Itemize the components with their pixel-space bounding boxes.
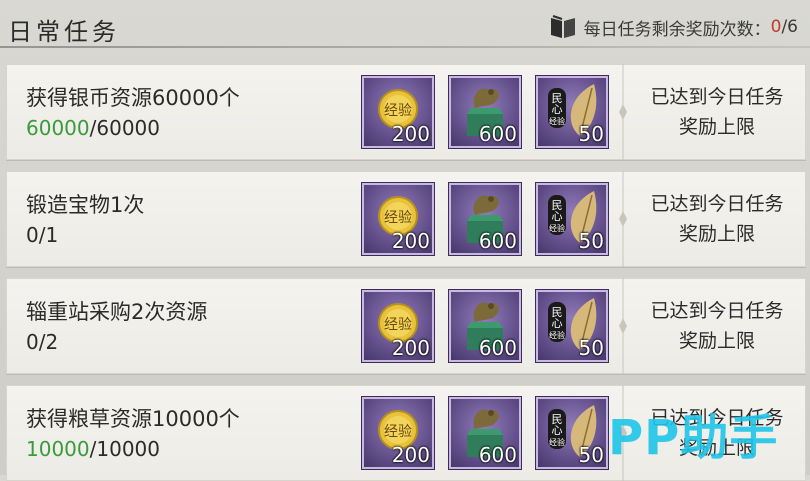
task-status: 已达到今日任务 奖励上限 [628, 189, 806, 249]
progress-rest: /60000 [89, 116, 160, 140]
divider-ornament [619, 171, 627, 267]
reward-amount: 600 [478, 336, 517, 360]
support-label-2: 心 [552, 210, 563, 223]
task-status: 已达到今日任务 奖励上限 [628, 296, 806, 356]
reward-amount: 200 [391, 443, 430, 467]
coin-label: 经验 [384, 317, 412, 333]
task-row[interactable]: 获得银币资源60000个 60000/60000 经验 200 600 民心经验… [6, 64, 806, 160]
support-label-3: 经验 [549, 116, 565, 126]
reward-experience[interactable]: 经验 200 [362, 183, 434, 255]
support-label-2: 心 [552, 103, 563, 116]
status-line-1: 已达到今日任务 [650, 193, 784, 215]
reward-amount: 200 [391, 336, 430, 360]
progress-rest: 0/1 [26, 223, 59, 247]
divider-ornament [619, 64, 627, 160]
reward-list: 经验 200 600 民心经验 50 [362, 76, 623, 148]
progress-done: 10000 [26, 437, 90, 461]
book-icon [550, 15, 575, 38]
reward-seal[interactable]: 600 [449, 183, 521, 255]
reward-seal[interactable]: 600 [449, 290, 521, 362]
reward-seal[interactable]: 600 [449, 76, 521, 148]
status-line-2: 奖励上限 [678, 116, 755, 138]
reward-quota: 每日任务剩余奖励次数： 0 /6 [548, 14, 798, 40]
reward-amount: 600 [478, 122, 517, 146]
coin-label: 经验 [384, 103, 412, 119]
watermark: PP助手 [608, 410, 779, 466]
header: 日常任务 每日任务剩余奖励次数： 0 /6 [0, 0, 810, 50]
support-label-2: 心 [552, 424, 563, 437]
support-label-2: 心 [552, 317, 563, 330]
header-divider [0, 46, 810, 48]
reward-support[interactable]: 民心经验 50 [536, 183, 608, 255]
support-label-3: 经验 [549, 330, 565, 340]
task-progress: 0/1 [26, 223, 58, 247]
task-name: 锻造宝物1次 [26, 193, 145, 217]
status-line-2: 奖励上限 [678, 330, 755, 352]
coin-label: 经验 [384, 210, 412, 226]
reward-amount: 50 [578, 229, 604, 253]
quota-current: 0 [770, 17, 782, 37]
status-line-1: 已达到今日任务 [650, 300, 784, 322]
reward-experience[interactable]: 经验 200 [362, 290, 434, 362]
reward-amount: 50 [578, 443, 604, 467]
progress-rest: /10000 [89, 437, 160, 461]
reward-list: 经验 200 600 民心经验 50 [362, 290, 623, 362]
reward-list: 经验 200 600 民心经验 50 [362, 183, 623, 255]
task-status: 已达到今日任务 奖励上限 [628, 82, 806, 142]
task-progress: 60000/60000 [26, 116, 160, 140]
reward-support[interactable]: 民心经验 50 [536, 76, 608, 148]
quota-total: /6 [781, 17, 798, 37]
task-name: 辎重站采购2次资源 [26, 300, 208, 324]
task-name: 获得银币资源60000个 [26, 86, 240, 110]
support-label-3: 经验 [549, 437, 565, 447]
reward-support[interactable]: 民心经验 50 [536, 290, 608, 362]
reward-amount: 200 [391, 229, 430, 253]
reward-experience[interactable]: 经验 200 [362, 76, 434, 148]
support-label-3: 经验 [549, 223, 565, 233]
task-row[interactable]: 辎重站采购2次资源 0/2 经验 200 600 民心经验 50 已达到今日任务… [6, 278, 806, 374]
progress-done: 60000 [26, 116, 90, 140]
progress-rest: 0/2 [26, 330, 59, 354]
reward-experience[interactable]: 经验 200 [362, 397, 434, 469]
divider-ornament [619, 278, 627, 374]
coin-label: 经验 [384, 424, 412, 440]
task-progress: 10000/10000 [26, 437, 160, 461]
reward-amount: 50 [578, 336, 604, 360]
page-title: 日常任务 [8, 18, 120, 46]
reward-list: 经验 200 600 民心经验 50 [362, 397, 623, 469]
reward-amount: 50 [578, 122, 604, 146]
quota-label: 每日任务剩余奖励次数： [583, 19, 771, 40]
reward-seal[interactable]: 600 [449, 397, 521, 469]
reward-amount: 600 [478, 443, 517, 467]
reward-support[interactable]: 民心经验 50 [536, 397, 608, 469]
reward-amount: 200 [391, 122, 430, 146]
status-line-2: 奖励上限 [678, 223, 755, 245]
task-name: 获得粮草资源10000个 [26, 407, 240, 431]
reward-amount: 600 [478, 229, 517, 253]
task-row[interactable]: 锻造宝物1次 0/1 经验 200 600 民心经验 50 已达到今日任务 奖励… [6, 171, 806, 267]
status-line-1: 已达到今日任务 [650, 86, 784, 108]
task-progress: 0/2 [26, 330, 58, 354]
